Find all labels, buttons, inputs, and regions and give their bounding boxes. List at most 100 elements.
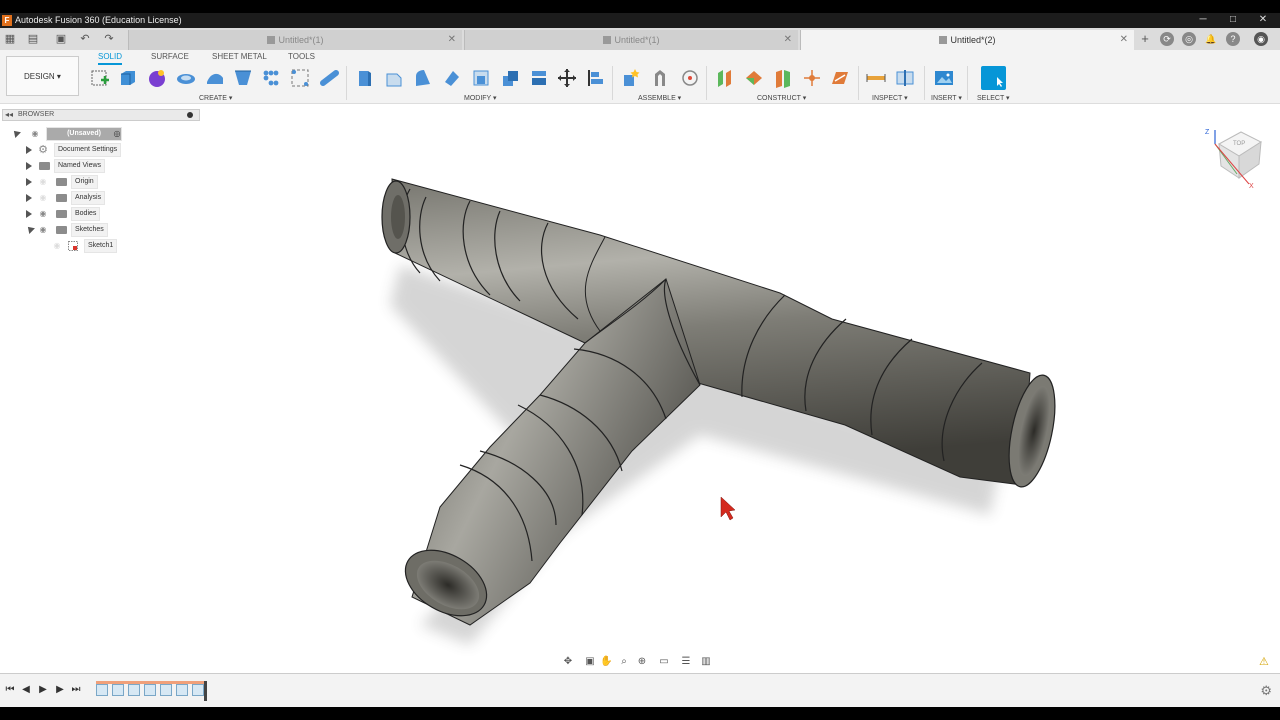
point-icon[interactable] [830, 68, 850, 88]
timeline-end-button[interactable]: ⏭ [70, 684, 82, 696]
tab-solid[interactable]: SOLID [98, 52, 123, 65]
offset-plane-icon[interactable] [715, 68, 735, 88]
axis-icon[interactable] [802, 68, 822, 88]
maximize-button[interactable]: □ [1226, 14, 1240, 26]
timeline-feature-extrude[interactable] [160, 684, 172, 696]
tab-label: Untitled*(1) [278, 35, 324, 45]
close-tab-icon[interactable]: ✕ [1120, 30, 1128, 50]
timeline-feature-sketch[interactable] [96, 684, 108, 696]
assemble-group-label[interactable]: ASSEMBLE ▾ [638, 94, 681, 102]
document-icon [939, 36, 948, 44]
shell-icon[interactable] [442, 68, 462, 88]
zoom-icon[interactable]: ⌕ [618, 656, 630, 668]
timeline-marker[interactable] [204, 681, 207, 701]
timeline-back-button[interactable]: ◀ [20, 684, 32, 696]
document-tab-1[interactable]: Untitled*(1) ✕ [128, 30, 462, 50]
timeline-forward-button[interactable]: ▶ [54, 684, 66, 696]
hose-tee-connector-model[interactable] [0, 105, 1280, 675]
timeline-feature-extrude[interactable] [144, 684, 156, 696]
section-analysis-icon[interactable] [895, 68, 915, 88]
select-group-label[interactable]: SELECT ▾ [977, 94, 1010, 102]
align-icon[interactable] [586, 68, 606, 88]
draft-icon[interactable] [471, 68, 491, 88]
timeline-feature-revolve[interactable] [128, 684, 140, 696]
timeline-start-button[interactable]: ⏮ [4, 684, 16, 696]
toolbar-separator [706, 66, 707, 100]
insert-image-icon[interactable] [934, 68, 954, 88]
rectangular-pattern-icon[interactable] [290, 68, 310, 88]
look-at-icon[interactable]: ▣ [584, 656, 596, 668]
move-copy-icon[interactable] [557, 68, 577, 88]
fusion-logo-icon: F [2, 15, 12, 26]
close-tab-icon[interactable]: ✕ [784, 30, 792, 50]
tab-surface[interactable]: SURFACE [151, 52, 189, 61]
toolbar-separator [346, 66, 347, 100]
canvas-viewport[interactable]: TOP Z X [0, 105, 1280, 675]
toolbar-separator [612, 66, 613, 100]
motion-link-icon[interactable] [680, 68, 700, 88]
workspace-switcher[interactable]: DESIGN ▾ [6, 56, 79, 96]
timeline-feature-shell[interactable] [192, 684, 204, 696]
save-icon[interactable]: ▣ [54, 32, 68, 46]
grid-snaps-icon[interactable]: ☰ [680, 656, 692, 668]
job-status-icon[interactable]: ◎ [1182, 32, 1196, 46]
new-component-icon[interactable] [621, 68, 641, 88]
create-group-label[interactable]: CREATE ▾ [199, 94, 232, 102]
undo-icon[interactable]: ↶ [78, 32, 92, 46]
timeline-settings-gear-icon[interactable]: ⚙ [1260, 683, 1272, 699]
close-window-button[interactable]: ✕ [1256, 14, 1270, 26]
app-grid-icon[interactable]: ▦ [3, 32, 17, 46]
file-menu-icon[interactable]: ▤ [26, 32, 40, 46]
tab-tools[interactable]: TOOLS [288, 52, 315, 61]
document-tab-3[interactable]: Untitled*(2) ✕ [800, 30, 1134, 50]
navigation-bar: ✥ ▣ ✋ ⌕ ⊕ ▭ ☰ ▥ [560, 654, 720, 670]
chamfer-icon[interactable] [413, 68, 433, 88]
extrude-icon[interactable] [118, 68, 138, 88]
help-icon[interactable]: ? [1226, 32, 1240, 46]
fusion-window: F Autodesk Fusion 360 (Education License… [0, 13, 1280, 707]
close-tab-icon[interactable]: ✕ [448, 30, 456, 50]
document-tab-2[interactable]: Untitled*(1) ✕ [464, 30, 798, 50]
pan-icon[interactable]: ✋ [600, 656, 612, 668]
extensions-icon[interactable]: ⟳ [1160, 32, 1174, 46]
display-settings-icon[interactable]: ▭ [658, 656, 670, 668]
fit-icon[interactable]: ⊕ [636, 656, 648, 668]
inspect-group-label[interactable]: INSPECT ▾ [872, 94, 908, 102]
select-tool-icon[interactable] [981, 66, 1006, 90]
notifications-icon[interactable]: 🔔 [1204, 32, 1218, 46]
sweep-icon[interactable] [205, 68, 225, 88]
modify-group-label[interactable]: MODIFY ▾ [464, 94, 497, 102]
timeline-play-button[interactable]: ▶ [37, 684, 49, 696]
viewcube[interactable]: TOP Z X [1203, 126, 1265, 188]
press-pull-icon[interactable] [355, 68, 375, 88]
pipe-icon[interactable] [320, 68, 340, 88]
construct-group-label[interactable]: CONSTRUCT ▾ [757, 94, 806, 102]
new-tab-button[interactable]: + [1138, 32, 1152, 46]
tab-sheet-metal[interactable]: SHEET METAL [212, 52, 267, 61]
redo-icon[interactable]: ↷ [102, 32, 116, 46]
orbit-icon[interactable]: ✥ [562, 656, 574, 668]
user-avatar[interactable]: ◉ [1254, 32, 1268, 46]
viewports-icon[interactable]: ▥ [700, 656, 712, 668]
insert-group-label[interactable]: INSERT ▾ [931, 94, 962, 102]
scale-icon[interactable] [500, 68, 520, 88]
warning-icon[interactable]: ⚠ [1259, 655, 1272, 668]
create-form-icon[interactable] [147, 68, 167, 88]
viewcube-face-label: TOP [1233, 141, 1245, 147]
timeline-feature-shell[interactable] [176, 684, 188, 696]
plane-at-angle-icon[interactable] [744, 68, 764, 88]
combine-icon[interactable] [529, 68, 549, 88]
minimize-button[interactable]: ─ [1196, 14, 1210, 26]
revolve-icon[interactable] [176, 68, 196, 88]
measure-icon[interactable] [866, 68, 886, 88]
fillet-icon[interactable] [384, 68, 404, 88]
loft-icon[interactable] [233, 68, 253, 88]
create-sketch-icon[interactable] [90, 68, 110, 88]
midplane-icon[interactable] [773, 68, 793, 88]
timeline-feature-revolve[interactable] [112, 684, 124, 696]
toolbar-separator [967, 66, 968, 100]
document-icon [603, 36, 612, 44]
joint-icon[interactable] [650, 68, 670, 88]
document-tab-bar: ▦ ▤ ▣ ↶ ↷ Untitled*(1) ✕ Untitled*(1) ✕ … [0, 28, 1280, 50]
pattern-icon[interactable] [261, 68, 281, 88]
